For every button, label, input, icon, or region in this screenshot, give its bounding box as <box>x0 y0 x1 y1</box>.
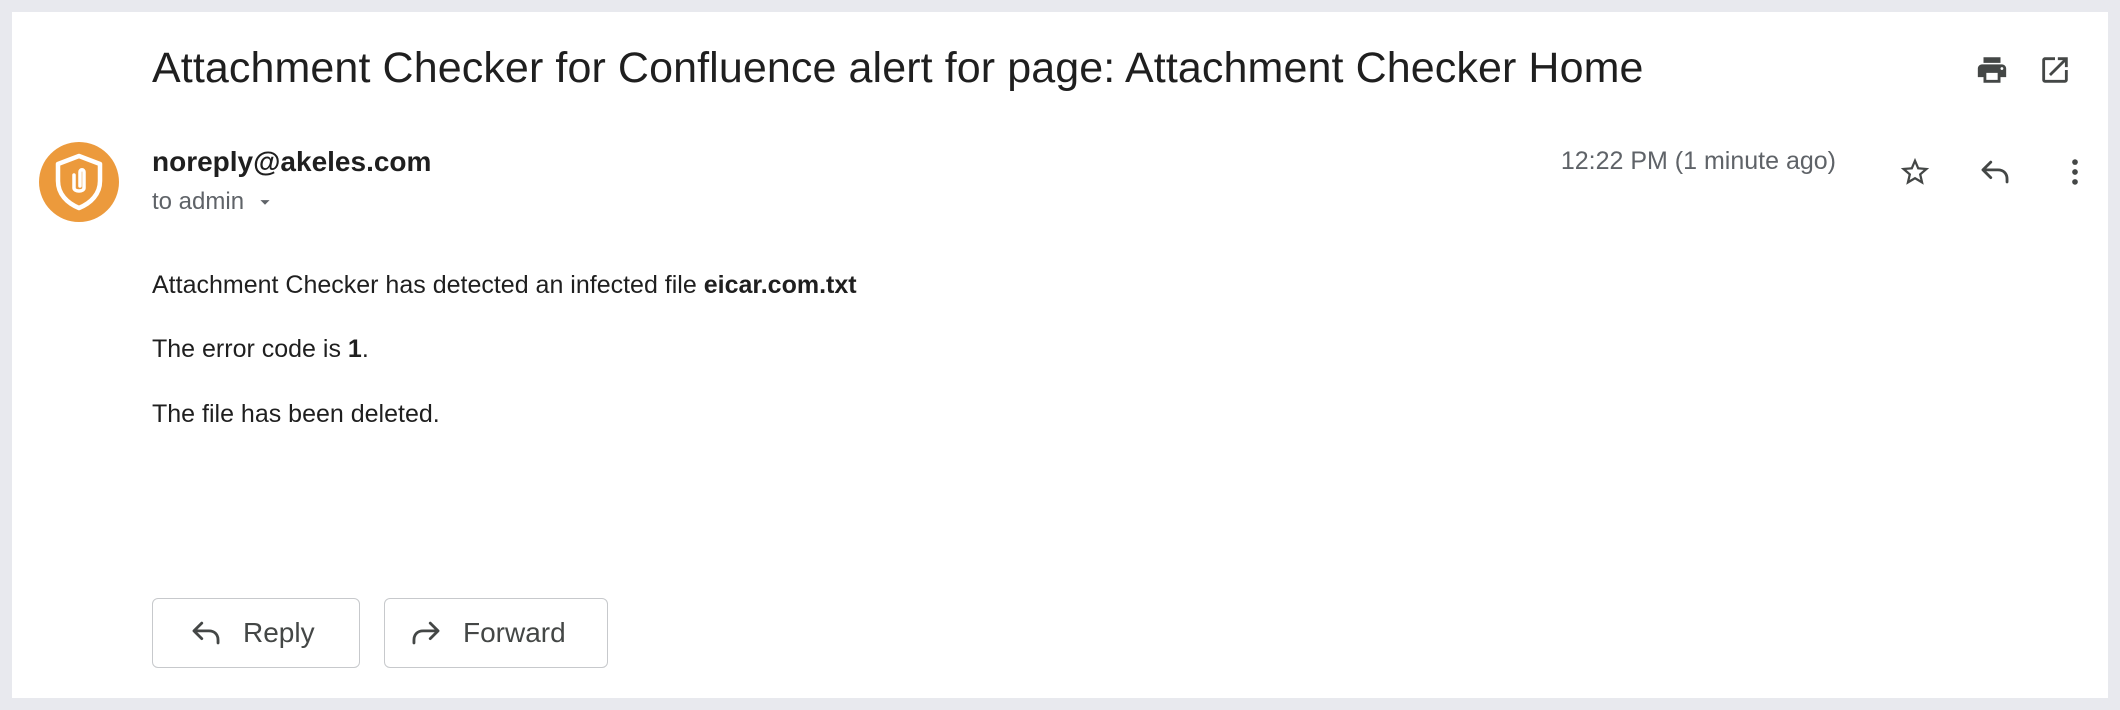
reply-icon <box>192 621 220 645</box>
email-timestamp: 12:22 PM (1 minute ago) <box>1560 147 1836 175</box>
more-options-button[interactable] <box>2049 146 2101 198</box>
forward-icon <box>412 621 440 645</box>
reply-icon <box>1981 160 2009 184</box>
shield-paperclip-icon <box>55 153 103 211</box>
body-line-deleted: The file has been deleted. <box>152 400 440 428</box>
body-line1-text: Attachment Checker has detected an infec… <box>152 271 704 299</box>
reply-icon-button[interactable] <box>1969 146 2021 198</box>
recipient-details-toggle[interactable]: to admin <box>152 188 276 216</box>
open-in-new-window-button[interactable] <box>2029 44 2081 96</box>
infected-filename: eicar.com.txt <box>703 271 857 299</box>
print-button[interactable] <box>1966 44 2018 96</box>
more-vert-icon <box>2072 159 2078 185</box>
star-icon <box>1900 157 1930 185</box>
body-line-error-code: The error code is 1. <box>152 335 369 364</box>
email-subject: Attachment Checker for Confluence alert … <box>152 44 1644 92</box>
body-line-infected-file: Attachment Checker has detected an infec… <box>152 271 857 300</box>
forward-button[interactable]: Forward <box>384 598 608 668</box>
sender-address[interactable]: noreply@akeles.com <box>152 146 431 178</box>
body-line2-text: The error code is <box>152 335 348 363</box>
arrow-drop-down-icon <box>260 200 270 205</box>
body-line2-suffix: . <box>361 335 369 363</box>
avatar <box>39 142 119 222</box>
email-card: Attachment Checker for Confluence alert … <box>12 12 2108 698</box>
error-code-value: 1 <box>347 335 362 363</box>
star-button[interactable] <box>1889 146 1941 198</box>
print-icon <box>1977 57 2007 83</box>
reply-button-label: Reply <box>243 617 315 648</box>
forward-button-label: Forward <box>463 617 566 648</box>
reply-button[interactable]: Reply <box>152 598 360 668</box>
recipient-label: to admin <box>152 188 245 215</box>
open-in-new-window-icon <box>2042 57 2068 83</box>
